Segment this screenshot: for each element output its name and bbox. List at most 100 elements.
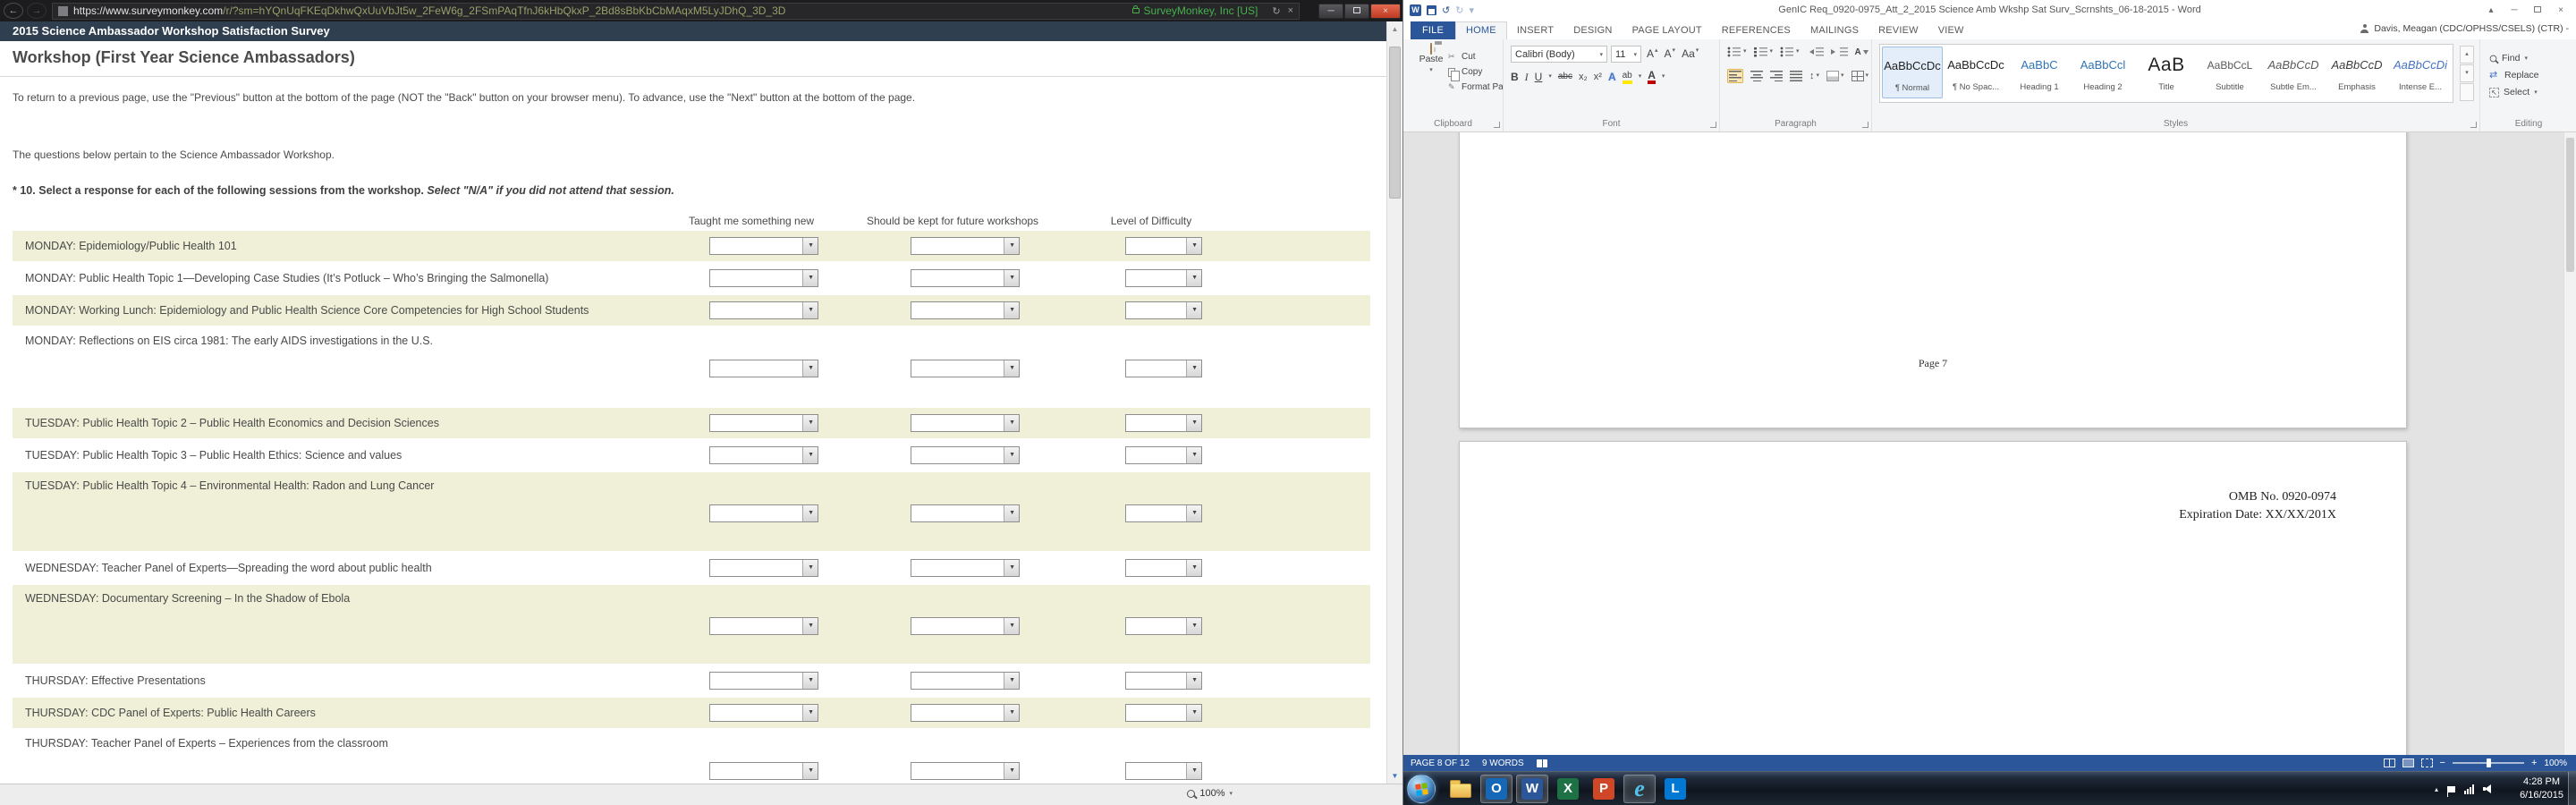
keep-select[interactable] <box>911 617 1020 635</box>
taught-select[interactable] <box>709 301 818 319</box>
volume-icon[interactable] <box>2483 784 2494 794</box>
word-count[interactable]: 9 WORDS <box>1482 758 1524 768</box>
keep-select[interactable] <box>911 360 1020 377</box>
shading-button[interactable]: ▾ <box>1826 71 1844 81</box>
difficulty-select[interactable] <box>1125 301 1202 319</box>
tab-mailings[interactable]: MAILINGS <box>1801 21 1868 39</box>
taught-select[interactable] <box>709 704 818 722</box>
tab-home[interactable]: HOME <box>1455 21 1507 39</box>
multilevel-list-button[interactable]: ▾ <box>1780 47 1800 57</box>
difficulty-select[interactable] <box>1125 237 1202 255</box>
dialog-launcher-icon[interactable] <box>1862 122 1868 128</box>
cut-button[interactable]: ✂Cut <box>1448 49 1504 64</box>
taskbar-file-explorer[interactable] <box>1445 775 1477 803</box>
keep-select[interactable] <box>911 762 1020 780</box>
taught-select[interactable] <box>709 269 818 287</box>
start-button[interactable] <box>1407 775 1436 803</box>
restore-button[interactable] <box>2526 5 2549 15</box>
taught-select[interactable] <box>709 762 818 780</box>
keep-select[interactable] <box>911 446 1020 464</box>
shrink-font-button[interactable]: A▾ <box>1665 47 1676 60</box>
document-page-8[interactable]: OMB No. 0920-0974 Expiration Date: XX/XX… <box>1459 441 2407 755</box>
paste-button[interactable]: Paste ▾ <box>1411 44 1452 114</box>
increase-indent-button[interactable] <box>1831 47 1848 57</box>
italic-button[interactable]: I <box>1525 71 1529 83</box>
taught-select[interactable] <box>709 672 818 690</box>
decrease-indent-button[interactable] <box>1807 47 1824 57</box>
difficulty-select[interactable] <box>1125 269 1202 287</box>
borders-button[interactable]: ▾ <box>1852 71 1869 81</box>
align-left-button[interactable] <box>1727 69 1743 83</box>
taught-select[interactable] <box>709 446 818 464</box>
zoom-control[interactable]: 100% ▾ <box>1187 788 1233 799</box>
print-layout-button[interactable] <box>2402 758 2414 767</box>
difficulty-select[interactable] <box>1125 414 1202 432</box>
page-indicator[interactable]: PAGE 8 OF 12 <box>1411 758 1470 768</box>
ev-certificate-badge[interactable]: SurveyMonkey, Inc [US] <box>1125 4 1266 17</box>
difficulty-select[interactable] <box>1125 672 1202 690</box>
underline-button[interactable]: U <box>1535 71 1543 83</box>
zoom-in-button[interactable]: + <box>2531 758 2537 767</box>
sort-button[interactable]: A <box>1855 47 1868 57</box>
line-spacing-button[interactable]: ↕▾ <box>1809 71 1819 81</box>
network-icon[interactable] <box>2464 784 2474 794</box>
close-button[interactable]: × <box>1370 4 1401 19</box>
keep-select[interactable] <box>911 269 1020 287</box>
difficulty-select[interactable] <box>1125 559 1202 577</box>
redo-icon[interactable]: ↻ <box>1455 4 1463 16</box>
qat-customize-icon[interactable]: ▾ <box>1469 4 1474 16</box>
justify-button[interactable] <box>1790 71 1802 81</box>
tab-page-layout[interactable]: PAGE LAYOUT <box>1623 21 1712 39</box>
back-button[interactable]: ← <box>4 3 23 19</box>
stop-icon[interactable]: × <box>1288 5 1293 16</box>
gallery-up-button[interactable]: ▴ <box>2460 46 2474 64</box>
keep-select[interactable] <box>911 414 1020 432</box>
text-effects-button[interactable]: A <box>1608 71 1616 83</box>
document-scrollbar[interactable] <box>2563 132 2576 755</box>
taskbar-excel[interactable]: X <box>1552 775 1584 803</box>
minimize-button[interactable]: ─ <box>1318 4 1343 19</box>
close-button[interactable]: × <box>2549 5 2572 15</box>
difficulty-select[interactable] <box>1125 446 1202 464</box>
show-desktop-button[interactable] <box>2568 772 2576 805</box>
taskbar-lync[interactable]: L <box>1659 775 1691 803</box>
account-user[interactable]: Davis, Meagan (CDC/OPHSS/CSELS) (CTR) - <box>2360 23 2569 34</box>
keep-select[interactable] <box>911 504 1020 522</box>
taught-select[interactable] <box>709 559 818 577</box>
difficulty-select[interactable] <box>1125 360 1202 377</box>
zoom-slider-thumb[interactable] <box>2487 758 2491 767</box>
taskbar-outlook[interactable]: O <box>1480 775 1513 803</box>
difficulty-select[interactable] <box>1125 704 1202 722</box>
scroll-down-icon[interactable]: ▼ <box>1387 768 1402 784</box>
tab-references[interactable]: REFERENCES <box>1712 21 1801 39</box>
taskbar-word[interactable]: W <box>1516 775 1548 803</box>
document-page-7[interactable]: Page 7 <box>1459 132 2407 428</box>
style-title[interactable]: AaBTitle <box>2136 47 2197 98</box>
difficulty-select[interactable] <box>1125 504 1202 522</box>
tab-insert[interactable]: INSERT <box>1507 21 1563 39</box>
taught-select[interactable] <box>709 237 818 255</box>
dialog-launcher-icon[interactable] <box>1494 122 1500 128</box>
style-heading-1[interactable]: AaBbCHeading 1 <box>2009 47 2070 98</box>
tab-review[interactable]: REVIEW <box>1868 21 1928 39</box>
style-normal[interactable]: AaBbCcDc¶ Normal <box>1882 47 1943 98</box>
browser-scrollbar[interactable]: ▲ ▼ <box>1386 21 1402 784</box>
dialog-launcher-icon[interactable] <box>1710 122 1716 128</box>
scrollbar-thumb[interactable] <box>2566 138 2574 272</box>
save-icon[interactable] <box>1427 5 1436 15</box>
keep-select[interactable] <box>911 672 1020 690</box>
difficulty-select[interactable] <box>1125 762 1202 780</box>
format-painter-button[interactable]: ✎Format Painter <box>1448 80 1504 95</box>
web-layout-button[interactable] <box>2421 758 2433 767</box>
font-family-select[interactable]: Calibri (Body)▾ <box>1511 46 1607 63</box>
read-mode-button[interactable] <box>2384 758 2395 767</box>
copy-button[interactable]: Copy <box>1448 64 1504 80</box>
scroll-up-icon[interactable]: ▲ <box>1387 21 1402 37</box>
forward-button[interactable]: → <box>27 3 47 19</box>
grow-font-button[interactable]: A▴ <box>1647 47 1658 60</box>
style-subtitle[interactable]: AaBbCcLSubtitle <box>2199 47 2260 98</box>
font-size-select[interactable]: 11▾ <box>1611 46 1641 63</box>
style-no-spacing[interactable]: AaBbCcDc¶ No Spac... <box>1945 47 2006 98</box>
tab-design[interactable]: DESIGN <box>1563 21 1622 39</box>
tab-file[interactable]: FILE <box>1411 21 1455 39</box>
